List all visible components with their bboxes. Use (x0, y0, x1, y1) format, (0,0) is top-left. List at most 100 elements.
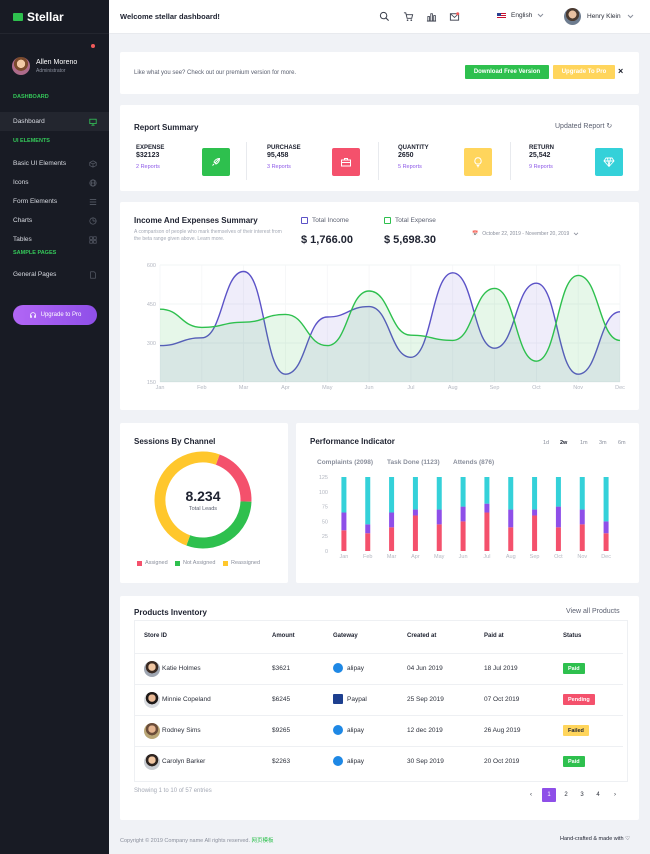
bar-segment (436, 524, 442, 551)
pagination-page[interactable]: 1 (542, 788, 556, 802)
pagination-next[interactable]: › (608, 788, 622, 802)
close-icon[interactable]: × (618, 66, 623, 76)
pagination-prev[interactable]: ‹ (524, 788, 538, 802)
cell-amount: $3621 (272, 665, 291, 672)
pagination-page[interactable]: 3 (575, 788, 589, 802)
section-label-dashboard: DASHBOARD (13, 94, 49, 100)
promo-banner: Like what you see? Check out our premium… (120, 52, 639, 94)
y-tick-label: 25 (322, 534, 328, 540)
x-tick-label: Dec (615, 385, 625, 391)
status-badge: Pending (563, 694, 595, 705)
x-tick-label: Jun (365, 385, 374, 391)
sidebar-item-forms[interactable]: Form Elements (0, 192, 109, 211)
x-tick-label: Jul (407, 385, 414, 391)
footer-credit: Hand-crafted & made with ♡ (560, 836, 631, 842)
sidebar-item-general-pages[interactable]: General Pages (0, 265, 109, 284)
bar-chart-icon[interactable] (426, 11, 437, 22)
x-tick-label: Oct (532, 385, 541, 391)
cell-name: Minnie Copeland (162, 696, 211, 703)
footer-copyright: Copyright © 2019 Company name All rights… (120, 836, 274, 844)
cell-paid: 26 Aug 2019 (484, 727, 521, 734)
monitor-icon (89, 118, 97, 126)
report-link[interactable]: 5 Reports (398, 164, 429, 170)
footer-copyright-text: Copyright © 2019 Company name All rights… (120, 838, 251, 844)
footer-link[interactable]: 网页模板 (252, 838, 274, 844)
cell-paid: 18 Jul 2019 (484, 665, 518, 672)
avatar (144, 754, 160, 770)
report-link[interactable]: 9 Reports (529, 164, 554, 170)
banner-text: Like what you see? Check out our premium… (134, 70, 297, 76)
search-icon[interactable] (379, 11, 390, 22)
bar-segment (579, 524, 585, 551)
report-value: 95,458 (267, 152, 289, 159)
sidebar-item-icons[interactable]: Icons (0, 173, 109, 192)
x-tick-label: Jul (483, 554, 490, 560)
table-row[interactable]: Carolyn Barker $2263 alipay 30 Sep 2019 … (135, 746, 623, 777)
sidebar-item-label: Tables (13, 236, 32, 243)
bar-segment (532, 515, 538, 551)
table-row[interactable]: Rodney Sims $9265 alipay 12 dec 2019 26 … (135, 715, 623, 746)
table-row[interactable]: Minnie Copeland $6245 Paypal 25 Sep 2019… (135, 684, 623, 715)
brand[interactable]: Stellar (0, 0, 109, 34)
status-badge: Failed (563, 725, 589, 736)
report-value: $32123 (136, 152, 160, 159)
cart-icon[interactable] (403, 11, 414, 22)
cell-amount: $6245 (272, 696, 291, 703)
cell-amount: $9265 (272, 727, 291, 734)
legend-swatch (223, 560, 228, 566)
col-header-store: Store ID (144, 633, 168, 639)
bar-segment (579, 509, 585, 525)
sidebar-item-label: Icons (13, 179, 29, 186)
pagination-page[interactable]: 2 (559, 788, 573, 802)
bar-segment (389, 527, 395, 551)
y-tick-label: 50 (322, 519, 328, 525)
updated-report-button[interactable]: Updated Report ↻ (555, 122, 612, 130)
pagination-page[interactable]: 4 (591, 788, 605, 802)
report-summary-card: Report Summary Updated Report ↻ EXPENSE … (120, 105, 639, 191)
mail-icon[interactable] (449, 11, 460, 22)
avatar (144, 723, 160, 739)
cell-paid: 20 Oct 2019 (484, 758, 520, 765)
x-tick-label: Sep (490, 385, 500, 391)
alipay-icon (333, 725, 343, 735)
bar-segment (532, 477, 538, 510)
language-selector[interactable]: English (497, 12, 544, 19)
bar-segment (508, 477, 514, 510)
sidebar-item-dashboard[interactable]: Dashboard (0, 112, 109, 131)
bar-segment (412, 515, 418, 551)
bar-segment (365, 533, 371, 551)
sidebar-item-label: Form Elements (13, 198, 58, 205)
col-header-created: Created at (407, 633, 437, 639)
bar-segment (603, 533, 609, 551)
sidebar: Stellar Allen Moreno Administrator DASHB… (0, 0, 109, 854)
bar-segment (555, 506, 561, 528)
report-label: RETURN (529, 145, 554, 151)
report-link[interactable]: 3 Reports (267, 164, 301, 170)
bar-segment (603, 477, 609, 522)
user-menu[interactable]: Henry Klein (564, 8, 634, 25)
products-title: Products Inventory (134, 608, 207, 617)
table-row[interactable]: Katie Holmes $3621 alipay 04 Jun 2019 18… (135, 653, 623, 684)
download-free-button[interactable]: Download Free Version (465, 65, 549, 79)
x-tick-label: Dec (601, 554, 611, 560)
sidebar-profile[interactable]: Allen Moreno Administrator (0, 34, 109, 90)
sidebar-item-basic-ui[interactable]: Basic UI Elements (0, 154, 109, 173)
cell-created: 12 dec 2019 (407, 727, 443, 734)
bar-segment (365, 524, 371, 534)
cell-created: 25 Sep 2019 (407, 696, 444, 703)
cell-name: Carolyn Barker (162, 758, 206, 765)
sidebar-item-charts[interactable]: Charts (0, 211, 109, 230)
income-expense-chart: 150300450600Jan Feb Mar Apr May Jun Jul Aug Sep O… (147, 263, 625, 391)
grid-icon (89, 235, 97, 244)
x-tick-label: May (434, 554, 445, 560)
legend-label: Assigned (145, 560, 168, 566)
x-tick-label: Jan (156, 385, 165, 391)
upgrade-pro-button[interactable]: Upgrade to Pro (13, 305, 97, 325)
bar-segment (460, 477, 466, 507)
report-link[interactable]: 2 Reports (136, 164, 164, 170)
avatar (144, 692, 160, 708)
view-all-products-link[interactable]: View all Products (566, 608, 620, 615)
report-divider (246, 142, 247, 180)
x-tick-label: Nov (577, 554, 587, 560)
upgrade-pro-banner-button[interactable]: Upgrade To Pro (553, 65, 615, 79)
